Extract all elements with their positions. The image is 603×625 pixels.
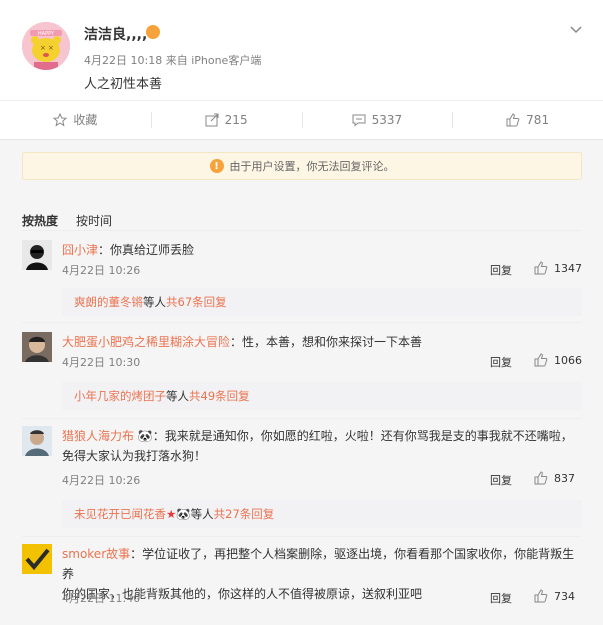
commenter-avatar[interactable] <box>22 332 52 362</box>
like-button[interactable]: 781 <box>452 101 603 138</box>
tab-sort-hot[interactable]: 按热度 <box>22 212 58 229</box>
comment-content: ：性，本善，想和你来探讨一下本善 <box>230 335 423 349</box>
comment-text: 猎狼人海力布 🐼：我来就是通知你，你如愿的红啦，火啦！还有你骂我是支的事我就不还… <box>62 426 582 466</box>
comment-button[interactable]: 5337 <box>301 101 453 138</box>
comment-time: 4月22日 10:26 <box>62 474 141 487</box>
comment-content: ：我来就是通知你，你如愿的红啦，火啦！还有你骂我是支的事我就不还嘴啦， <box>152 429 573 443</box>
comment-like-button[interactable]: 1066 <box>534 353 582 367</box>
collect-label: 收藏 <box>73 113 98 127</box>
thumbs-up-icon <box>534 589 548 603</box>
thumbs-up-icon <box>534 261 548 275</box>
sub-reply-user[interactable]: 未见花开已闻花香 <box>74 506 166 522</box>
comment-text: 囧小津：你真给辽师丢脸 <box>62 240 582 260</box>
avatar-banner-text: HAPPY <box>38 31 55 37</box>
comment-username[interactable]: 大肥蛋小肥鸡之稀里糊涂大冒险 <box>62 335 230 349</box>
comment-username[interactable]: smoker故事 <box>62 547 130 561</box>
collect-button[interactable]: 收藏 <box>0 101 151 138</box>
sub-reply-count[interactable]: 共67条回复 <box>166 294 227 310</box>
cartoon-avatar-icon: HAPPY × × <box>22 22 70 70</box>
comment-content: ：你真给辽师丢脸 <box>98 243 195 257</box>
panda-icon: 🐼 <box>137 429 153 443</box>
comment-like-button[interactable]: 837 <box>534 471 575 485</box>
comment-count: 5337 <box>371 112 403 127</box>
comment-like-count: 1066 <box>554 353 582 367</box>
comment-sort-tabs: 按热度 按时间 <box>22 212 112 229</box>
post-avatar[interactable]: HAPPY × × <box>22 22 70 70</box>
comment-like-button[interactable]: 734 <box>534 589 575 603</box>
reply-button[interactable]: 回复 <box>490 472 512 488</box>
comment-content: ：学位证收了，再把整个人档案删除，驱逐出境，你看看那个国家收你，你能背叛生养 <box>62 547 575 581</box>
warning-icon: ! <box>209 159 224 173</box>
divider <box>22 536 582 537</box>
repost-icon <box>205 113 219 126</box>
sub-reply-mid: 等人 <box>166 389 189 403</box>
comment-like-count: 734 <box>554 589 575 603</box>
thumbs-up-icon <box>534 353 548 367</box>
svg-text:×: × <box>40 44 46 52</box>
sub-replies-link[interactable]: 小年几家的烤团子 等人 共49条回复 <box>62 382 582 410</box>
post-username[interactable]: 洁洁良,,,, <box>84 24 147 44</box>
comment-time: 4月22日 10:26 <box>62 264 141 277</box>
sub-reply-mid: 等人 <box>190 507 214 521</box>
star-icon <box>53 112 68 127</box>
thumbs-up-icon <box>534 471 548 485</box>
comment-content-line2: 免得大家认为我打落水狗！ <box>62 449 207 463</box>
sub-reply-user[interactable]: 小年几家的烤团子 <box>74 388 166 404</box>
notice-text: 由于用户设置，你无法回复评论。 <box>229 160 395 173</box>
thumbs-up-icon <box>506 112 520 126</box>
comment-like-count: 1347 <box>554 261 582 275</box>
tab-sort-time[interactable]: 按时间 <box>76 212 112 229</box>
like-count: 781 <box>526 112 550 127</box>
sub-replies-link[interactable]: 爽朗的董冬锵 等人 共67条回复 <box>62 288 582 316</box>
chevron-down-icon[interactable] <box>569 22 583 36</box>
post-time: 4月22日 10:18 <box>84 54 163 67</box>
commenter-avatar[interactable] <box>22 426 52 456</box>
repost-button[interactable]: 215 <box>150 101 302 138</box>
comment-time: 4月22日 10:30 <box>62 356 141 369</box>
sub-replies-link[interactable]: 未见花开已闻花香 ★ 🐼 等人 共27条回复 <box>62 500 582 528</box>
sub-reply-user[interactable]: 爽朗的董冬锵 <box>74 294 143 310</box>
emoji-badge-icon <box>146 25 160 39</box>
comment-like-button[interactable]: 1347 <box>534 261 582 275</box>
reply-restricted-notice: ! 由于用户设置，你无法回复评论。 <box>22 152 582 180</box>
divider <box>22 230 582 231</box>
post-action-bar: 收藏 215 5337 781 <box>0 100 603 138</box>
reply-button[interactable]: 回复 <box>490 262 512 278</box>
commenter-avatar[interactable] <box>22 544 52 574</box>
reply-button[interactable]: 回复 <box>490 354 512 370</box>
sub-reply-count[interactable]: 共49条回复 <box>189 388 250 404</box>
commenter-avatar[interactable] <box>22 240 52 270</box>
panda-icon: 🐼 <box>176 507 191 521</box>
post-meta: 4月22日 10:18 来自 iPhone客户端 <box>84 52 261 68</box>
comment-icon <box>352 114 366 127</box>
sub-reply-count[interactable]: 共27条回复 <box>214 506 275 522</box>
sub-reply-mid: 等人 <box>143 295 166 309</box>
reply-button[interactable]: 回复 <box>490 590 512 606</box>
divider <box>22 322 582 323</box>
comment-like-count: 837 <box>554 471 575 485</box>
comment-text: 大肥蛋小肥鸡之稀里糊涂大冒险：性，本善，想和你来探讨一下本善 <box>62 332 582 352</box>
post-text: 人之初性本善 <box>84 77 163 92</box>
divider <box>22 418 582 419</box>
star-emoji-icon: ★ <box>166 507 177 521</box>
post-source: 来自 iPhone客户端 <box>165 54 262 67</box>
svg-text:×: × <box>48 44 54 52</box>
comment-username[interactable]: 囧小津 <box>62 243 98 257</box>
repost-count: 215 <box>224 112 248 127</box>
post-card: HAPPY × × 洁洁良,,,, 4月22日 10:18 来自 iPhone客… <box>0 0 603 140</box>
comment-time: 4月22日 11:40 <box>62 592 141 605</box>
comment-username[interactable]: 猎狼人海力布 <box>62 429 134 443</box>
